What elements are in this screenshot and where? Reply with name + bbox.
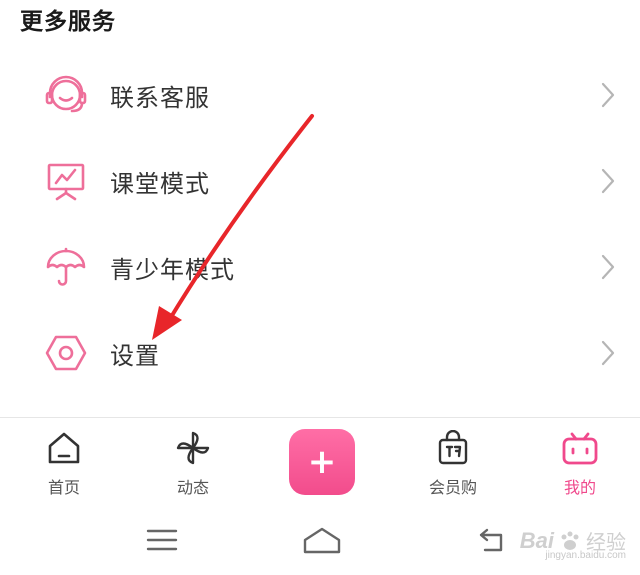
tab-home[interactable]: 首页: [19, 428, 109, 498]
menu-label: 设置: [110, 341, 160, 370]
tabbar-divider: [0, 417, 640, 418]
menu-label: 联系客服: [110, 83, 210, 112]
menu-item-classroom-mode[interactable]: 课堂模式: [0, 138, 640, 224]
section-title: 更多服务: [20, 9, 116, 35]
pinwheel-icon: [173, 428, 213, 468]
chevron-right-icon: [598, 338, 618, 368]
system-back-button[interactable]: [470, 522, 514, 558]
system-menu-button[interactable]: [140, 522, 184, 558]
umbrella-icon: [44, 245, 88, 289]
shopping-bag-icon: [433, 428, 473, 468]
chevron-right-icon: [598, 252, 618, 282]
chevron-right-icon: [598, 80, 618, 110]
tab-vip-shop[interactable]: 会员购: [408, 428, 498, 498]
headset-icon: [44, 73, 88, 117]
presentation-board-icon: [44, 159, 88, 203]
system-home-button[interactable]: [300, 522, 344, 558]
menu-item-settings[interactable]: 设置: [0, 310, 640, 396]
watermark: Bai 经验 jingyan.baidu.com: [520, 526, 626, 562]
menu-label: 课堂模式: [110, 169, 210, 198]
tab-mine[interactable]: 我的: [535, 428, 625, 498]
chevron-right-icon: [598, 166, 618, 196]
hamburger-icon: [146, 529, 178, 551]
watermark-url: jingyan.baidu.com: [545, 550, 626, 561]
menu-label: 青少年模式: [110, 255, 235, 284]
menu-item-teen-mode[interactable]: 青少年模式: [0, 224, 640, 310]
tab-label: 首页: [47, 478, 80, 497]
tv-mascot-icon: [560, 428, 600, 468]
plus-icon: +: [307, 442, 337, 482]
tab-label: 我的: [563, 478, 596, 497]
menu-item-customer-service[interactable]: 联系客服: [0, 52, 640, 138]
tab-label: 会员购: [428, 478, 477, 497]
tab-label: 动态: [176, 478, 209, 497]
home-icon: [44, 428, 84, 468]
paw-icon: [561, 531, 579, 550]
hexagon-settings-icon: [44, 331, 88, 375]
back-icon: [479, 528, 503, 552]
publish-plus-button[interactable]: +: [289, 429, 355, 495]
tab-dynamic[interactable]: 动态: [148, 428, 238, 498]
home-outline-icon: [303, 527, 341, 554]
